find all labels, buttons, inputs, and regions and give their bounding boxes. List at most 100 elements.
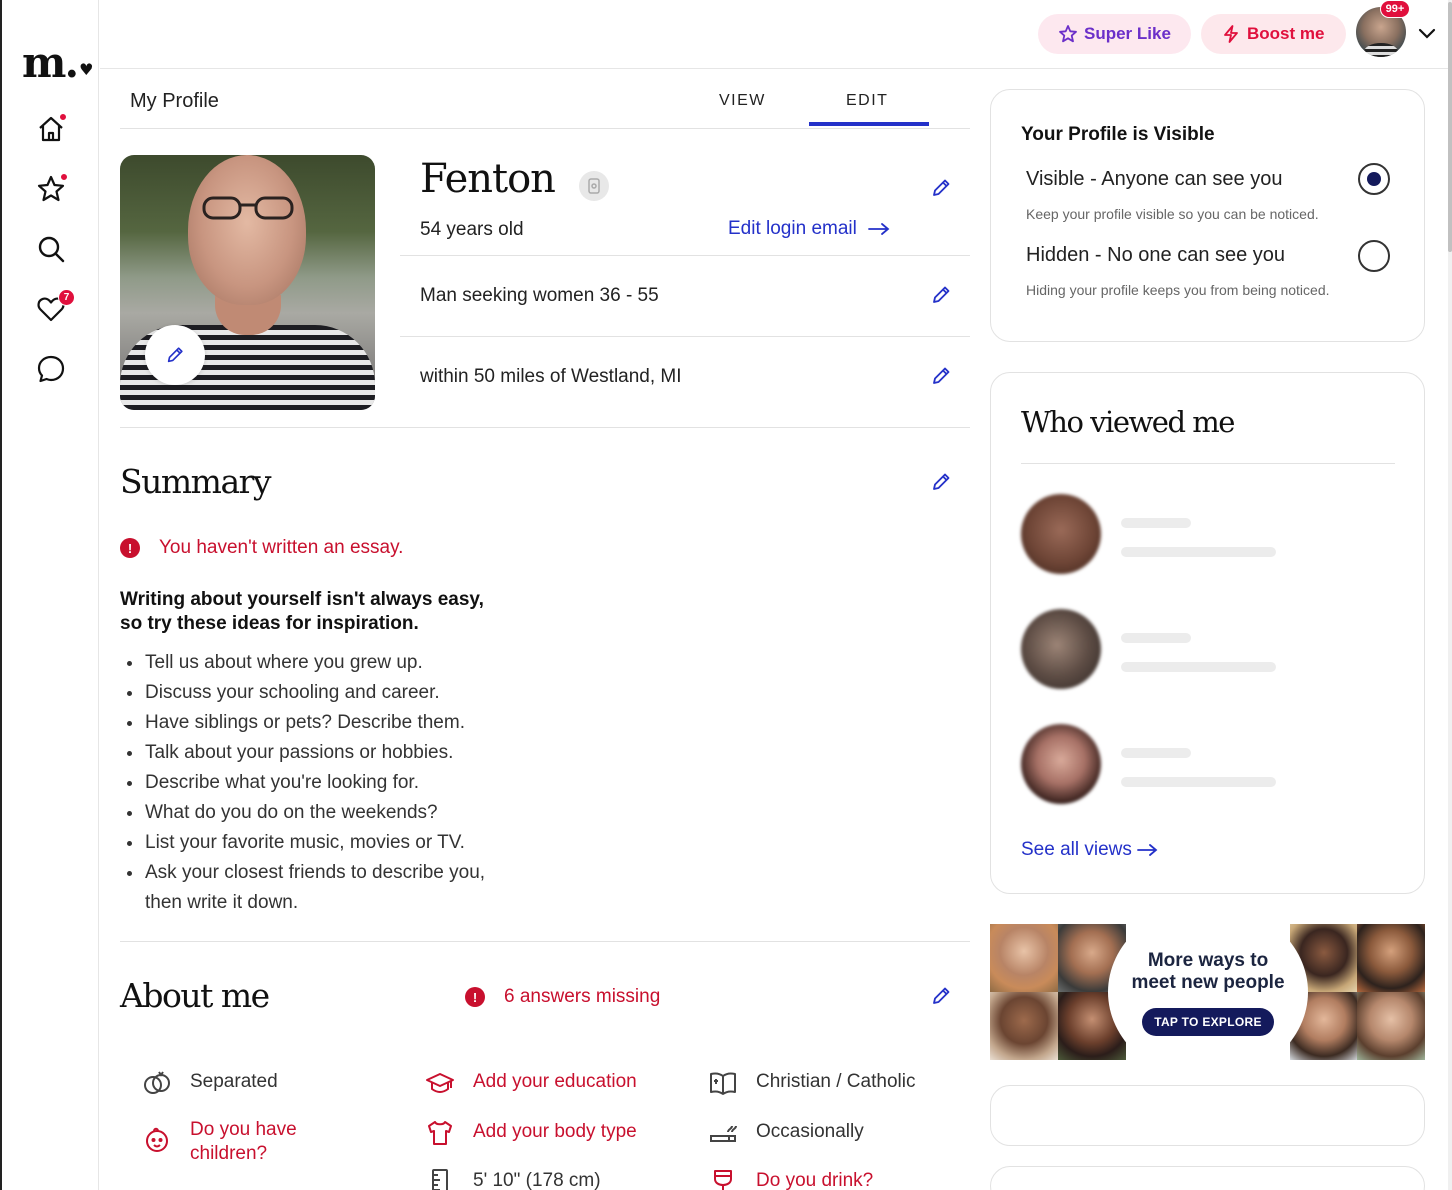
edit-photo-button[interactable] xyxy=(145,325,205,385)
add-education[interactable]: Add your education xyxy=(423,1071,637,1100)
page-title: My Profile xyxy=(130,90,219,112)
essay-alert: ! You haven't written an essay. xyxy=(120,537,403,559)
baby-icon xyxy=(146,1127,168,1152)
pencil-icon xyxy=(933,473,950,490)
star-outline-icon xyxy=(1059,25,1077,43)
profile-name: Fenton xyxy=(420,156,556,202)
pencil-icon xyxy=(167,347,183,363)
visible-option-label[interactable]: Visible - Anyone can see you xyxy=(1026,168,1282,191)
lightning-icon xyxy=(1224,25,1238,43)
home-nav-button[interactable] xyxy=(34,112,68,146)
see-all-views-link[interactable]: See all views xyxy=(1021,839,1158,861)
hidden-option-label[interactable]: Hidden - No one can see you xyxy=(1026,244,1285,267)
edit-location-button[interactable] xyxy=(930,365,952,387)
boost-label: Boost me xyxy=(1247,24,1325,43)
tab-edit[interactable]: EDIT xyxy=(846,92,888,110)
active-tab-indicator xyxy=(809,122,929,126)
about-me-title: About me xyxy=(120,976,270,1015)
exclamation-icon: ! xyxy=(465,987,485,1007)
pencil-icon xyxy=(933,179,950,196)
skeleton-line xyxy=(1121,777,1276,787)
home-notification-dot xyxy=(58,112,68,122)
shirt-icon xyxy=(428,1121,452,1145)
who-viewed-title: Who viewed me xyxy=(1021,405,1235,439)
visibility-title: Your Profile is Visible xyxy=(1021,124,1215,145)
top-header: Super Like Boost me 99+ xyxy=(100,0,1452,69)
height: 5' 10" (178 cm) xyxy=(423,1169,601,1190)
skeleton-line xyxy=(1121,547,1276,557)
hidden-radio[interactable] xyxy=(1358,240,1390,272)
seeking-preference: Man seeking women 36 - 55 xyxy=(420,285,659,306)
inspiration-tips-list: Tell us about where you grew up. Discuss… xyxy=(127,648,545,918)
hidden-option-description: Hiding your profile keeps you from being… xyxy=(1026,282,1330,298)
visibility-card: Your Profile is Visible Visible - Anyone… xyxy=(990,89,1425,342)
graduation-cap-icon xyxy=(426,1073,454,1093)
list-item: List your favorite music, movies or TV. xyxy=(127,828,545,858)
edit-login-email-link[interactable]: Edit login email xyxy=(728,218,891,240)
edit-summary-button[interactable] xyxy=(930,471,952,493)
list-item: What do you do on the weekends? xyxy=(127,798,545,828)
divider xyxy=(120,427,970,428)
smoking-icon xyxy=(710,1125,737,1142)
favorites-nav-button[interactable] xyxy=(34,172,69,206)
search-icon xyxy=(38,236,65,263)
add-drinking[interactable]: Do you drink? xyxy=(706,1170,873,1190)
logo[interactable]: m. ♥ xyxy=(22,38,93,87)
edit-seeking-button[interactable] xyxy=(930,284,952,306)
list-item: Tell us about where you grew up. xyxy=(127,648,545,678)
divider xyxy=(1021,463,1395,464)
placeholder-card xyxy=(990,1166,1425,1190)
pencil-icon xyxy=(933,987,950,1004)
answers-missing-alert[interactable]: ! 6 answers missing xyxy=(465,986,660,1008)
skeleton-line xyxy=(1121,662,1276,672)
promo-title: More ways to meet new people xyxy=(1131,950,1285,993)
phone-verify-icon[interactable] xyxy=(579,171,609,201)
summary-title: Summary xyxy=(120,462,272,501)
viewer-avatar[interactable] xyxy=(1021,609,1101,689)
smoking: Occasionally xyxy=(706,1121,864,1150)
visible-radio[interactable] xyxy=(1358,163,1390,195)
arrow-right-icon xyxy=(867,223,890,235)
viewer-avatar[interactable] xyxy=(1021,724,1101,804)
wine-icon xyxy=(714,1170,732,1190)
visible-option-description: Keep your profile visible so you can be … xyxy=(1026,206,1319,222)
promo-banner[interactable]: More ways to meet new people TAP TO EXPLO… xyxy=(990,924,1425,1060)
favorites-notification-dot xyxy=(59,172,69,182)
super-like-button[interactable]: Super Like xyxy=(1038,14,1191,54)
messages-nav-button[interactable] xyxy=(34,352,68,386)
boost-button[interactable]: Boost me xyxy=(1201,14,1346,54)
ruler-icon xyxy=(432,1169,448,1190)
list-item: Ask your closest friends to describe you… xyxy=(127,858,545,888)
add-body-type[interactable]: Add your body type xyxy=(423,1121,637,1150)
divider xyxy=(400,336,970,337)
religion: Christian / Catholic xyxy=(706,1071,915,1100)
super-like-label: Super Like xyxy=(1084,24,1171,43)
viewer-avatar[interactable] xyxy=(1021,494,1101,574)
rings-icon xyxy=(144,1071,170,1094)
edit-name-button[interactable] xyxy=(930,177,952,199)
inspiration-heading: Writing about yourself isn't always easy… xyxy=(120,589,484,634)
exclamation-icon: ! xyxy=(120,538,140,558)
location-preference: within 50 miles of Westland, MI xyxy=(420,366,682,387)
profile-age: 54 years old xyxy=(420,219,524,240)
pencil-icon xyxy=(933,367,950,384)
skeleton-line xyxy=(1121,633,1191,643)
chevron-down-icon[interactable] xyxy=(1416,22,1438,44)
likes-nav-button[interactable]: 7 xyxy=(34,289,75,326)
skeleton-line xyxy=(1121,748,1191,758)
edit-about-button[interactable] xyxy=(930,985,952,1007)
left-nav-rail: m. ♥ 7 xyxy=(0,0,99,1190)
divider xyxy=(120,941,970,942)
search-nav-button[interactable] xyxy=(34,232,68,266)
tap-to-explore-button[interactable]: TAP TO EXPLORE xyxy=(1142,1008,1274,1036)
arrow-right-icon xyxy=(1136,844,1158,856)
who-viewed-card: Who viewed me See all views xyxy=(990,372,1425,894)
divider xyxy=(400,255,970,256)
chat-bubble-icon xyxy=(37,355,65,383)
list-item: Describe what you're looking for. xyxy=(127,768,545,798)
add-children[interactable]: Do you have children? xyxy=(140,1118,297,1166)
scrollbar[interactable] xyxy=(1448,0,1452,1190)
placeholder-card xyxy=(990,1085,1425,1146)
tab-view[interactable]: VIEW xyxy=(719,92,766,110)
notification-badge: 99+ xyxy=(1380,0,1410,18)
